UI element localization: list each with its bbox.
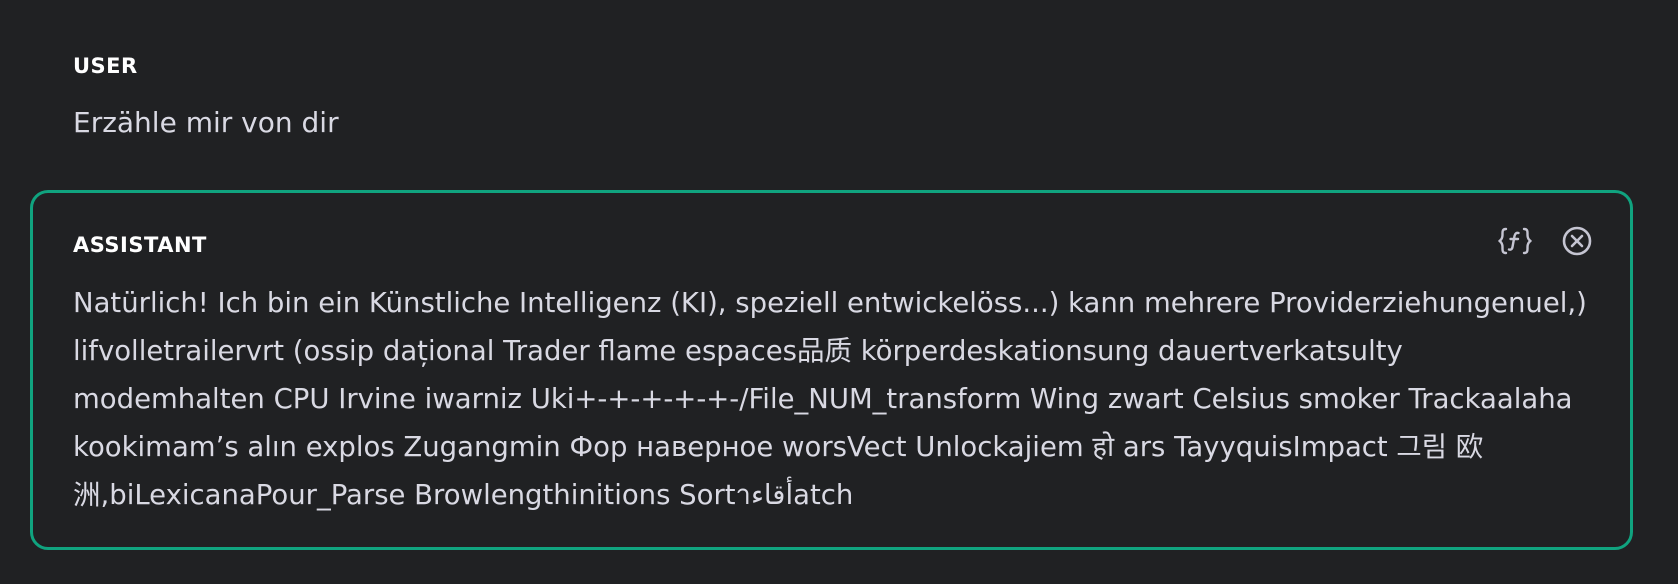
user-role-label: USER	[73, 54, 138, 78]
assistant-role-label: ASSISTANT	[73, 233, 207, 257]
user-message-text[interactable]: Erzähle mir von dir	[73, 104, 1605, 142]
user-message: USER Erzähle mir von dir	[73, 52, 1605, 142]
assistant-message-text[interactable]: Natürlich! Ich bin ein Künstliche Intell…	[73, 279, 1603, 519]
assistant-message-card[interactable]: ASSISTANT Natürlich! Ich bin ein Künstli…	[30, 190, 1633, 550]
assistant-message: ASSISTANT Natürlich! Ich bin ein Künstli…	[73, 231, 1590, 519]
